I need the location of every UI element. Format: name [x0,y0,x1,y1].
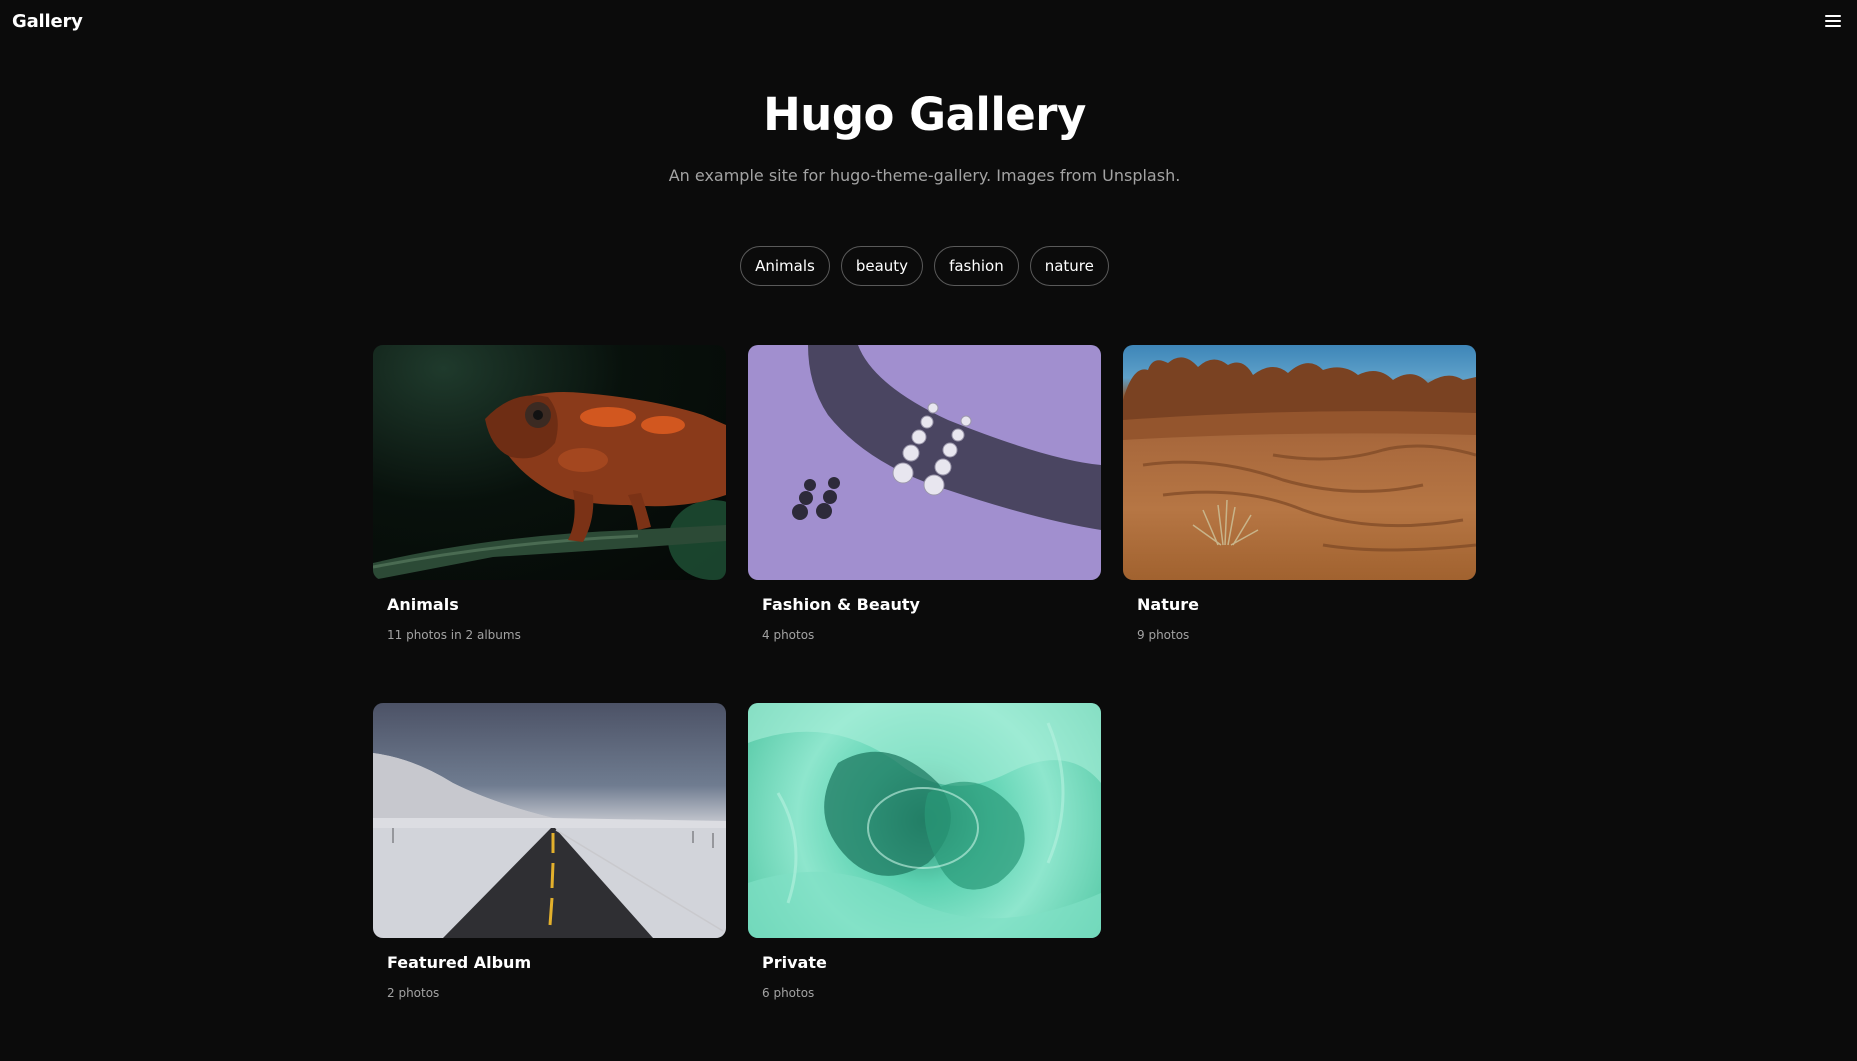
album-card-nature[interactable]: Nature 9 photos [1123,345,1476,703]
brand-link[interactable]: Gallery [12,11,83,32]
tag-list: Animals beauty fashion nature [0,246,1849,286]
top-navbar: Gallery [0,0,1857,44]
page-subtitle: An example site for hugo-theme-gallery. … [668,166,1181,185]
menu-bar [1825,25,1841,27]
album-meta: 11 photos in 2 albums [387,628,521,642]
desert-photo [1123,345,1476,580]
album-title: Featured Album [387,953,532,972]
album-card-private[interactable]: Private 6 photos [748,703,1101,1061]
menu-bar [1825,15,1841,17]
album-title: Fashion & Beauty [762,595,920,614]
album-meta: 6 photos [762,986,815,1000]
hamburger-menu-icon[interactable] [1823,12,1843,30]
tag-animals[interactable]: Animals [740,246,830,286]
chameleon-photo [373,345,726,580]
album-title: Private [762,953,827,972]
page-title: Hugo Gallery [763,88,1086,141]
album-card-animals[interactable]: Animals 11 photos in 2 albums [373,345,726,703]
tag-beauty[interactable]: beauty [840,246,924,286]
album-grid: Animals 11 photos in 2 albums Fashion & … [373,345,1476,1061]
album-card-fashion-beauty[interactable]: Fashion & Beauty 4 photos [748,345,1101,703]
album-title: Animals [387,595,459,614]
earrings-photo [748,345,1101,580]
tag-fashion[interactable]: fashion [934,246,1019,286]
album-meta: 9 photos [1137,628,1190,642]
snowy-road-photo [373,703,726,938]
tag-nature[interactable]: nature [1029,246,1109,286]
menu-bar [1825,20,1841,22]
album-meta: 4 photos [762,628,815,642]
album-title: Nature [1137,595,1199,614]
album-meta: 2 photos [387,986,440,1000]
album-card-featured-album[interactable]: Featured Album 2 photos [373,703,726,1061]
abstract-teal-photo [748,703,1101,938]
